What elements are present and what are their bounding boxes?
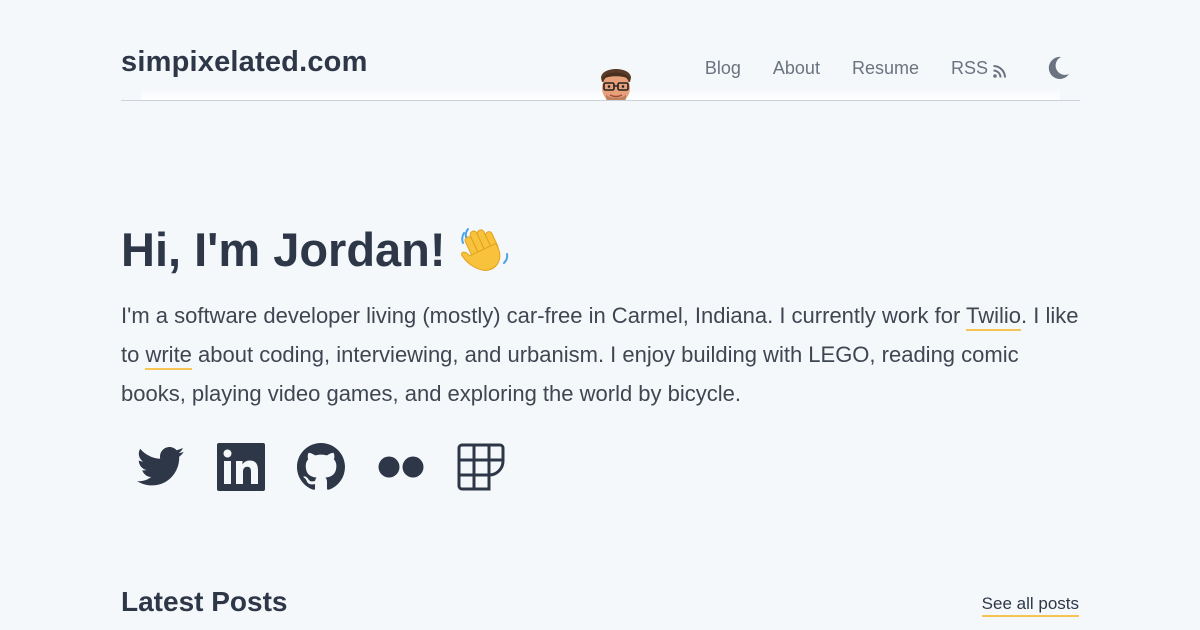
hero-heading: Hi, I'm Jordan! xyxy=(121,222,512,277)
avatar-icon[interactable] xyxy=(596,62,636,100)
intro-text-1: I'm a software developer living (mostly)… xyxy=(121,303,966,328)
twitter-icon xyxy=(137,447,185,486)
twilio-link[interactable]: Twilio xyxy=(965,303,1021,331)
nav-about[interactable]: About xyxy=(773,58,820,79)
page: simpixelated.com Blog About Resume RSS H… xyxy=(0,0,1200,630)
grid-icon xyxy=(457,443,505,491)
nav-resume[interactable]: Resume xyxy=(852,58,919,79)
latest-posts-heading: Latest Posts xyxy=(121,586,288,617)
main-nav: Blog About Resume RSS xyxy=(705,48,1080,88)
moon-icon xyxy=(1048,56,1069,79)
linkedin-link[interactable] xyxy=(201,440,281,494)
linkedin-icon xyxy=(217,443,265,491)
flickr-icon xyxy=(378,456,424,478)
nav-resume-label: Resume xyxy=(851,57,919,78)
intro-text-3: about coding, interviewing, and urbanism… xyxy=(121,342,1019,406)
hero-title-text: Hi, I'm Jordan! xyxy=(121,223,446,276)
nav-rss[interactable]: RSS xyxy=(951,58,1006,79)
twitter-link[interactable] xyxy=(121,440,201,494)
nav-blog-label: Blog xyxy=(704,57,741,78)
write-link[interactable]: write xyxy=(145,342,192,370)
site-title[interactable]: simpixelated.com xyxy=(121,46,368,79)
site-header: simpixelated.com Blog About Resume RSS xyxy=(121,36,1080,101)
nav-about-label: About xyxy=(772,57,820,78)
grid-link[interactable] xyxy=(441,440,521,494)
nav-rss-label: RSS xyxy=(950,57,988,78)
nav-blog[interactable]: Blog xyxy=(705,58,741,79)
github-link[interactable] xyxy=(281,440,361,494)
theme-toggle-button[interactable] xyxy=(1044,54,1072,82)
rss-icon xyxy=(993,62,1006,78)
flickr-link[interactable] xyxy=(361,440,441,494)
intro-paragraph: I'm a software developer living (mostly)… xyxy=(121,296,1081,413)
see-all-posts-link[interactable]: See all posts xyxy=(981,594,1079,617)
waving-hand-icon xyxy=(458,223,512,277)
social-links xyxy=(121,440,521,494)
github-icon xyxy=(297,443,345,490)
